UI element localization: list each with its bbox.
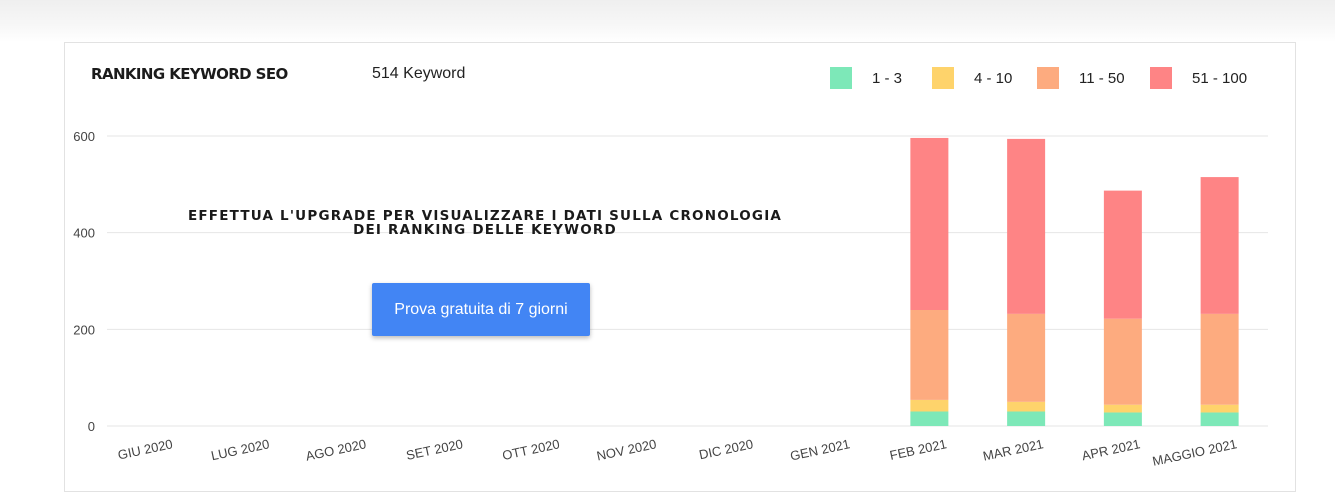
x-tick-label: MAR 2021 [982, 436, 1045, 463]
bar-segment-2 [1103, 404, 1142, 413]
y-tick-label: 0 [88, 419, 95, 434]
free-trial-button[interactable]: Prova gratuita di 7 giorni [372, 283, 590, 336]
bar-segment-2 [1007, 401, 1046, 412]
bar-segment-3 [1200, 313, 1239, 405]
bar-segment-4 [910, 137, 949, 310]
bar-segment-1 [1103, 412, 1142, 426]
x-tick-label: MAGGIO 2021 [1151, 436, 1238, 469]
y-tick-label: 200 [73, 322, 95, 337]
bar-segment-3 [1103, 318, 1142, 405]
upgrade-message: EFFETTUA L'UPGRADE PER VISUALIZZARE I DA… [165, 209, 805, 237]
bar-segment-1 [1007, 411, 1046, 426]
x-tick-label: GIU 2020 [116, 436, 174, 462]
x-tick-label: OTT 2020 [501, 436, 561, 463]
x-tick-label: SET 2020 [405, 436, 464, 463]
y-tick-label: 400 [73, 226, 95, 241]
upgrade-message-line-1: EFFETTUA L'UPGRADE PER VISUALIZZARE I DA… [187, 208, 783, 224]
x-tick-label: GEN 2021 [789, 436, 851, 463]
x-tick-label: DIC 2020 [698, 436, 755, 462]
bar-segment-4 [1200, 177, 1239, 314]
bar-segment-2 [910, 399, 949, 412]
x-tick-label: AGO 2020 [304, 436, 367, 463]
bar-segment-4 [1007, 138, 1046, 314]
x-tick-label: NOV 2020 [595, 436, 657, 463]
bar-segment-2 [1200, 404, 1239, 413]
x-tick-label: APR 2021 [1080, 436, 1141, 463]
bar-segment-3 [910, 310, 949, 400]
bar-segment-1 [1200, 412, 1239, 426]
bar-segment-1 [910, 411, 949, 426]
x-tick-label: FEB 2021 [888, 436, 948, 463]
bar-segment-4 [1103, 190, 1142, 319]
upgrade-message-line-2: DEI RANKING DELLE KEYWORD [353, 222, 617, 238]
ranking-bar-chart: 0 200 400 600 GIU 2020 LUG 2020 AGO 2020 SET 20… [73, 129, 1268, 469]
top-strip [0, 0, 1335, 42]
x-tick-label: LUG 2020 [210, 436, 271, 463]
ranking-card: RANKING KEYWORD SEO 514 Keyword 1 - 34 -… [64, 42, 1296, 492]
bar-segment-3 [1007, 313, 1046, 402]
y-tick-label: 600 [73, 129, 95, 144]
